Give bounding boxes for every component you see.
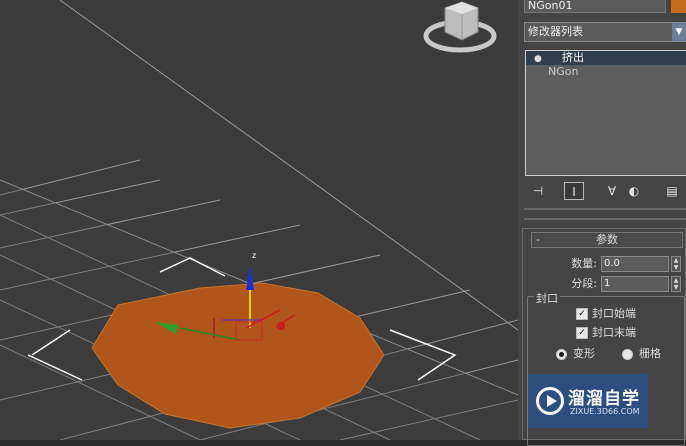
remove-modifier-icon[interactable]: ◐	[624, 182, 644, 200]
perspective-viewport[interactable]: z	[0, 0, 518, 440]
watermark-badge: 溜溜自学 ZIXUE.3D66.COM	[528, 374, 648, 428]
rollout-title: 参数	[596, 233, 618, 246]
show-end-result-icon[interactable]: Ⅰ	[564, 182, 584, 200]
viewcube-icon[interactable]	[423, 1, 497, 53]
lightbulb-icon[interactable]: ●	[534, 52, 548, 66]
morph-label: 变形	[573, 347, 595, 360]
amount-field[interactable]: 0.0	[601, 256, 669, 272]
make-unique-icon[interactable]: ∀	[602, 182, 622, 200]
amount-row: 数量: 0.0 ▲ ▼	[561, 256, 685, 274]
modifier-list-dropdown[interactable]: 修改器列表 ▼	[524, 22, 686, 42]
segments-label: 分段:	[571, 277, 597, 290]
radio-selected-icon[interactable]	[556, 348, 567, 360]
gizmo-z-label: z	[252, 251, 256, 260]
segments-row: 分段: 1 ▲ ▼	[561, 276, 685, 294]
segments-field[interactable]: 1	[601, 276, 669, 292]
radio-unselected-icon[interactable]	[622, 348, 633, 360]
grid-label: 栅格	[639, 347, 661, 360]
stack-item-extrude[interactable]: ● 挤出	[526, 51, 686, 65]
viewport-scene[interactable]: z	[0, 0, 518, 440]
stack-item-label: 挤出	[562, 51, 584, 64]
checkbox-checked-icon[interactable]: ✓	[576, 327, 588, 339]
amount-label: 数量:	[571, 257, 597, 270]
watermark-subtitle: ZIXUE.3D66.COM	[570, 407, 640, 416]
object-color-swatch[interactable]	[671, 0, 686, 13]
cap-start-label: 封口始端	[592, 307, 636, 320]
morph-radio[interactable]: 变形	[556, 347, 595, 363]
stack-item-ngon[interactable]: NGon	[526, 65, 686, 79]
capping-group-label: 封口	[534, 290, 560, 306]
divider	[524, 208, 686, 210]
stack-toolbar: ⊣ Ⅰ ∀ ◐ ▤	[524, 180, 686, 202]
cap-end-checkbox[interactable]: ✓ 封口末端	[576, 326, 636, 342]
divider	[524, 218, 686, 220]
checkbox-checked-icon[interactable]: ✓	[576, 308, 588, 320]
modifier-list-label: 修改器列表	[528, 25, 583, 38]
cap-end-label: 封口末端	[592, 326, 636, 339]
watermark-title: 溜溜自学	[568, 389, 640, 409]
configure-sets-icon[interactable]: ▤	[662, 182, 682, 200]
grid-radio[interactable]: 栅格	[622, 347, 661, 363]
modifier-stack[interactable]: ● 挤出 NGon	[525, 50, 686, 176]
play-logo-icon	[536, 387, 564, 415]
cap-start-checkbox[interactable]: ✓ 封口始端	[576, 307, 636, 323]
chevron-down-icon[interactable]: ▼	[672, 23, 686, 41]
spinner-arrows-icon[interactable]: ▲ ▼	[671, 256, 681, 272]
pin-stack-icon[interactable]: ⊣	[528, 182, 548, 200]
object-name-field[interactable]: NGon01	[524, 0, 666, 13]
rollout-header[interactable]: - 参数	[531, 232, 683, 248]
spinner-arrows-icon[interactable]: ▲ ▼	[671, 276, 681, 292]
